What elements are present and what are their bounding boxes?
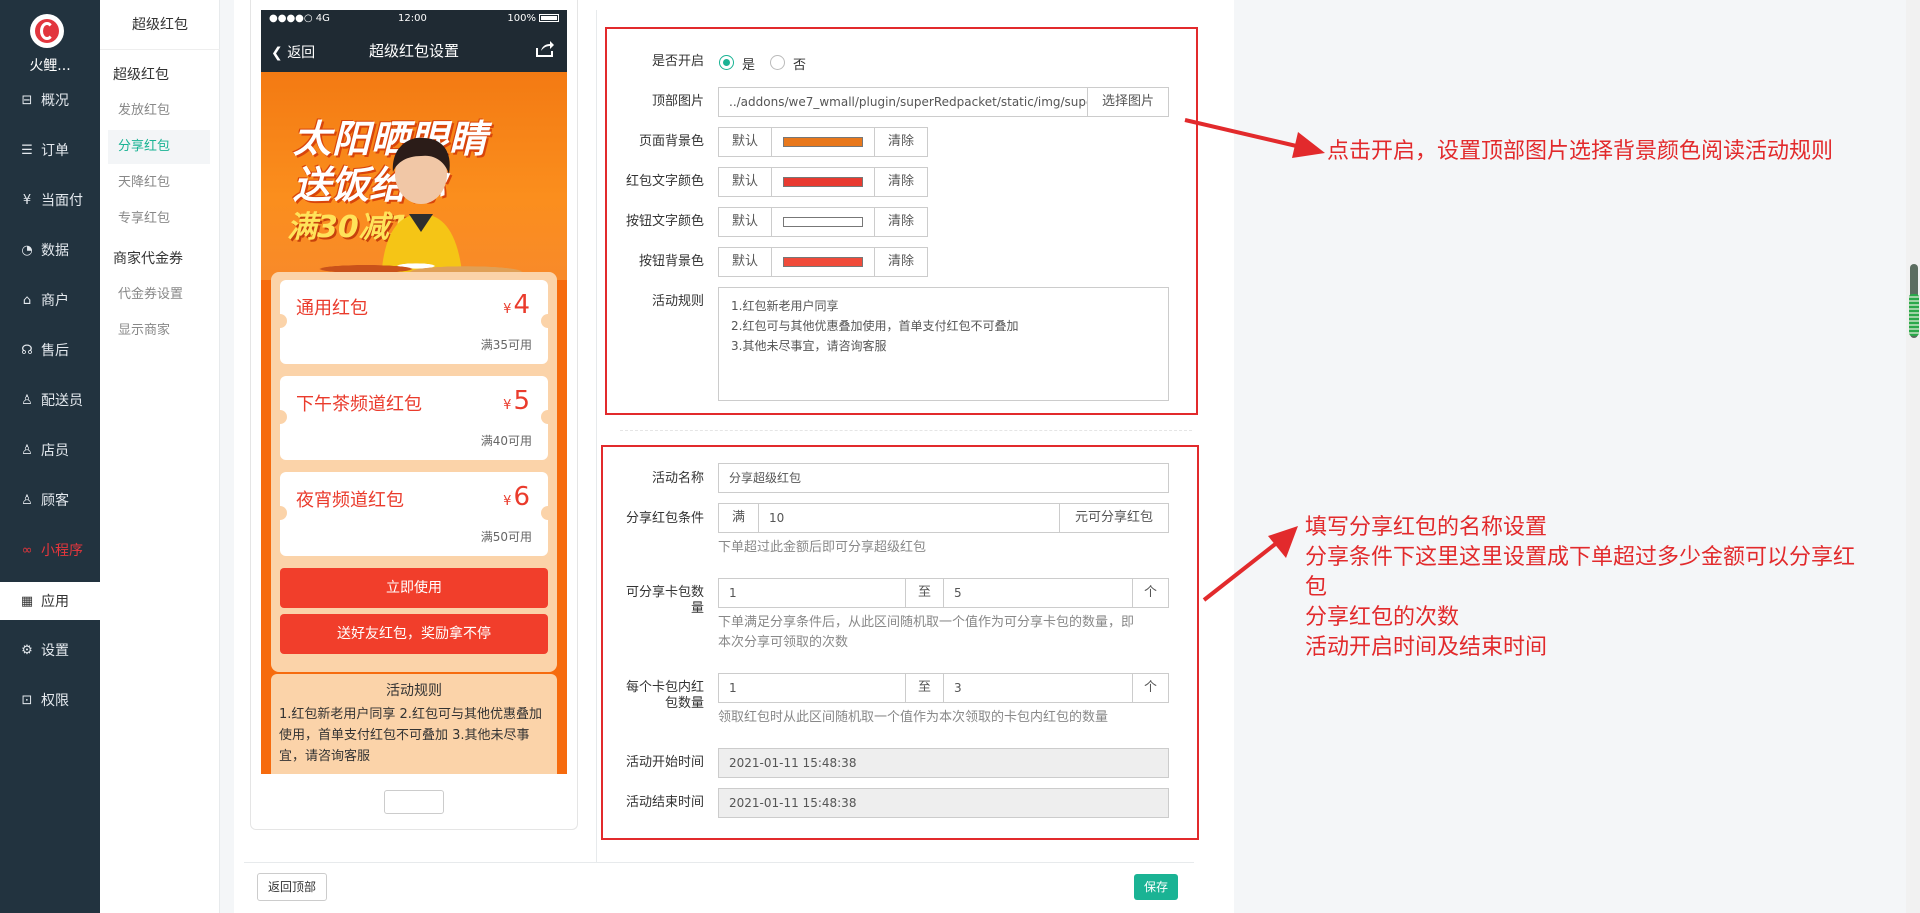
nav-item-miniprogram[interactable]: ∞ 小程序	[0, 530, 100, 570]
annotation-text-bottom: 填写分享红包的名称设置 分享条件下这里这里设置成下单超过多少金额可以分享红 包 …	[1305, 515, 1856, 660]
nav-item-apps[interactable]: ▦ 应用	[0, 582, 100, 620]
courier-icon: ♙	[21, 392, 33, 408]
phone-title: 超级红包设置	[368, 42, 459, 60]
rules-card: 活动规则 1.红包新老用户同享 2.红包可与其他优惠叠加使用，首单支付红包不可叠…	[271, 674, 557, 774]
annotation-box-bottom	[601, 445, 1199, 840]
nav-item-overview[interactable]: ⊟ 概况	[0, 80, 100, 120]
nav-item-merchant[interactable]: ⌂ 商户	[0, 280, 100, 320]
subnav-link-voucher-settings[interactable]: 代金券设置	[108, 278, 210, 312]
subnav-group-voucher: 商家代金券	[113, 251, 183, 267]
back-to-top-button[interactable]: 返回顶部	[257, 873, 327, 901]
dashboard-icon: ⊟	[21, 92, 33, 108]
annotation-arrow-top	[1184, 118, 1325, 158]
nav-item-data[interactable]: ◔ 数据	[0, 230, 100, 270]
rules-text: 1.红包新老用户同享 2.红包可与其他优惠叠加使用，首单支付红包不可叠加 3.其…	[279, 707, 542, 764]
gear-icon: ⚙	[21, 642, 33, 658]
annotation-arrow-bottom	[1202, 526, 1298, 602]
scrollbar-grip	[1909, 294, 1919, 336]
coupon-card[interactable]: 下午茶频道红包 ¥5 满40可用	[273, 376, 555, 460]
save-button[interactable]: 保存	[1134, 874, 1178, 900]
nav-item-orders[interactable]: ☰ 订单	[0, 130, 100, 170]
form-footer	[244, 862, 1194, 913]
subnav-link-issue[interactable]: 发放红包	[108, 94, 210, 128]
signal-text: ●●●●○ 4G	[269, 13, 330, 24]
nav-item-customer[interactable]: ♙ 顾客	[0, 480, 100, 520]
status-time: 12:00	[398, 13, 427, 24]
sub-nav: 超级红包 超级红包 发放红包 分享红包 天降红包 专享红包 商家代金券 代金券设…	[100, 0, 220, 913]
service-icon: ☊	[21, 342, 33, 358]
promo-banner: 太阳晒眼睛 送饭给你 满30减15	[261, 72, 567, 280]
coupon-card[interactable]: 通用红包 ¥4 满35可用	[273, 280, 555, 364]
coupon-list: 通用红包 ¥4 满35可用 下午茶频道红包 ¥5 满40可用 夜宵频道红包 ¥6…	[271, 272, 557, 672]
subnav-link-exclusive[interactable]: 专享红包	[108, 202, 210, 236]
customer-icon: ♙	[21, 492, 33, 508]
subnav-group-redpacket: 超级红包	[113, 67, 169, 83]
preview-home-button[interactable]	[384, 790, 444, 814]
clerk-icon: ♙	[21, 442, 33, 458]
share-friends-button[interactable]: 送好友红包，奖励拿不停	[280, 614, 548, 654]
main-nav: 火鲤... ⊟ 概况 ☰ 订单 ¥ 当面付 ◔ 数据 ⌂ 商户 ☊ 售后 ♙ 配送员 ♙ 店员 …	[0, 0, 100, 913]
annotation-text-top: 点击开启，设置顶部图片选择背景颜色阅读活动规则	[1327, 139, 1834, 164]
battery: 100%	[507, 13, 559, 24]
nav-item-permission[interactable]: ⊡ 权限	[0, 680, 100, 720]
phone-statusbar: ●●●●○ 4G 12:00 100%	[261, 10, 567, 28]
brand-logo[interactable]	[30, 14, 64, 48]
nav-item-facepay[interactable]: ¥ 当面付	[0, 180, 100, 220]
phone-preview: ●●●●○ 4G 12:00 100% ❮ 返回 超级红包设置 太阳晒眼睛 送饭…	[261, 10, 567, 774]
nav-item-courier[interactable]: ♙ 配送员	[0, 380, 100, 420]
subnav-link-show-merchant[interactable]: 显示商家	[108, 314, 210, 348]
miniprogram-icon: ∞	[21, 542, 33, 558]
phone-titlebar: ❮ 返回 超级红包设置	[261, 28, 567, 72]
lock-icon: ⊡	[21, 692, 33, 708]
share-icon[interactable]	[535, 40, 555, 58]
chart-icon: ◔	[21, 242, 33, 258]
subnav-link-sky[interactable]: 天降红包	[108, 166, 210, 200]
rules-title: 活动规则	[386, 683, 442, 699]
page-scrollbar[interactable]	[1906, 0, 1920, 913]
apps-icon: ▦	[20, 593, 34, 609]
subnav-title: 超级红包	[100, 0, 220, 50]
nav-item-clerk[interactable]: ♙ 店员	[0, 430, 100, 470]
nav-item-aftersale[interactable]: ☊ 售后	[0, 330, 100, 370]
brand-name[interactable]: 火鲤...	[0, 55, 100, 75]
coupon-card[interactable]: 夜宵频道红包 ¥6 满50可用	[273, 472, 555, 556]
use-now-button[interactable]: 立即使用	[280, 568, 548, 608]
section-divider	[620, 430, 1192, 431]
annotation-box-top	[605, 27, 1198, 415]
nav-item-settings[interactable]: ⚙ 设置	[0, 630, 100, 670]
subnav-link-share[interactable]: 分享红包	[108, 130, 210, 164]
yen-icon: ¥	[22, 192, 32, 208]
order-icon: ☰	[21, 142, 33, 158]
battery-icon	[539, 14, 559, 22]
store-icon: ⌂	[22, 292, 32, 308]
